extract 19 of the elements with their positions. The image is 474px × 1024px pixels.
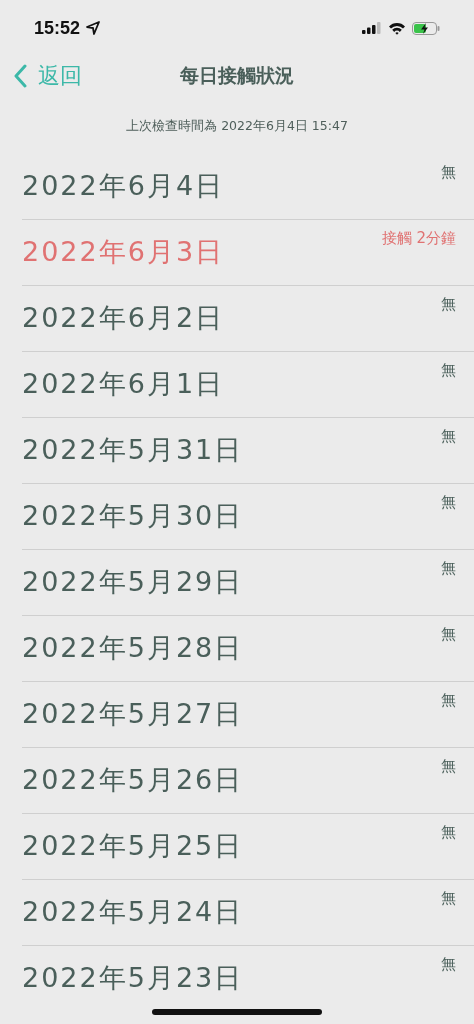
wifi-icon — [388, 21, 406, 35]
day-row[interactable]: 2022年6月2日 無 — [22, 286, 474, 352]
day-row[interactable]: 2022年5月31日 無 — [22, 418, 474, 484]
battery-charging-icon — [412, 21, 440, 35]
status-time: 15:52 — [34, 17, 81, 39]
last-checked-text: 上次檢查時間為 2022年6月4日 15:47 — [125, 118, 349, 135]
back-chevron-icon — [14, 64, 28, 88]
day-row[interactable]: 2022年5月24日 無 — [22, 880, 474, 946]
day-row[interactable]: 2022年5月30日 無 — [22, 484, 474, 550]
day-row[interactable]: 2022年6月1日 無 — [22, 352, 474, 418]
day-row[interactable]: 2022年6月4日 無 — [22, 154, 474, 220]
signal-icon — [362, 22, 382, 34]
day-row[interactable]: 2022年5月25日 無 — [22, 814, 474, 880]
day-row[interactable]: 2022年5月28日 無 — [22, 616, 474, 682]
location-arrow-icon — [86, 21, 101, 35]
page-title: 每日接觸狀況 — [180, 63, 294, 88]
day-row[interactable]: 2022年5月26日 無 — [22, 748, 474, 814]
day-row[interactable]: 2022年5月29日 無 — [22, 550, 474, 616]
day-row[interactable]: 2022年5月27日 無 — [22, 682, 474, 748]
